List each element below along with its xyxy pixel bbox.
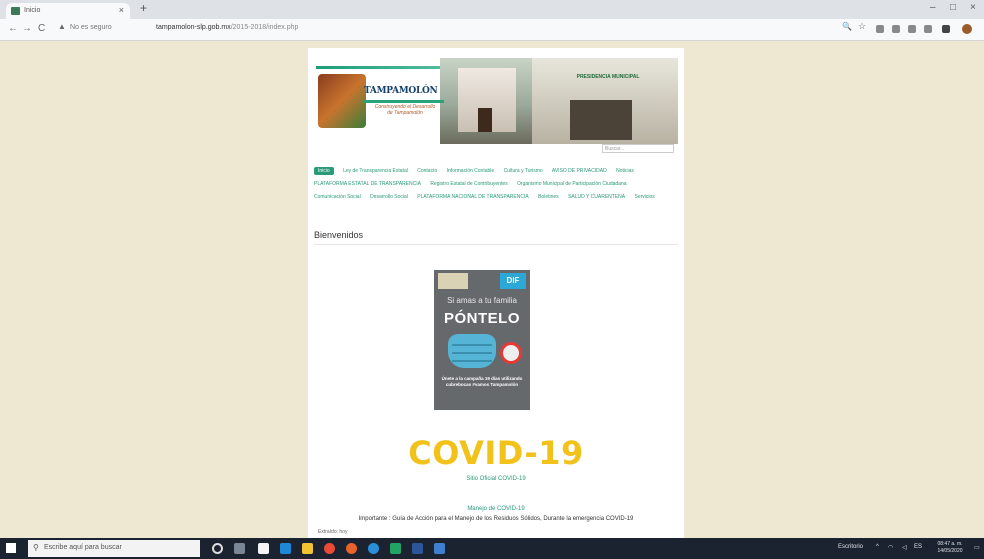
app-icon[interactable] xyxy=(434,543,445,554)
url-host: tampamolon-slp.gob.mx xyxy=(156,24,231,31)
menu-item[interactable]: PLATAFORMA ESTATAL DE TRANSPARENCIA xyxy=(314,181,421,187)
menu-item[interactable]: Inicio xyxy=(314,167,334,175)
extension-icon[interactable] xyxy=(876,25,884,33)
back-button[interactable]: ← xyxy=(8,23,18,34)
covid-site-link[interactable]: Sitio Oficial COVID-19 xyxy=(308,476,684,482)
zoom-icon[interactable]: 🔍 xyxy=(842,22,852,31)
language-indicator[interactable]: ES xyxy=(914,544,922,550)
menu-item[interactable]: AVISO DE PRIVACIDAD xyxy=(552,168,607,174)
mask-fold xyxy=(452,360,492,362)
menu-item[interactable]: SALUD Y CUARENTENA xyxy=(568,194,625,200)
notification-icon[interactable]: ▭ xyxy=(974,544,980,551)
bookmark-star-icon[interactable]: ☆ xyxy=(858,21,866,31)
url-field[interactable]: ▲ No es seguro tampamolon-slp.gob.mx/201… xyxy=(58,22,828,37)
menu-item[interactable]: Ley de Transparencia Estatal xyxy=(343,168,408,174)
warning-icon: ▲ xyxy=(58,22,66,31)
file-explorer-icon[interactable] xyxy=(302,543,313,554)
municipal-seal-logo xyxy=(318,74,366,128)
tray-up-icon[interactable]: ^ xyxy=(876,544,879,550)
mail-icon[interactable] xyxy=(280,543,291,554)
logo-subtitle: Construyendo el Desarrollo de Tampamolón xyxy=(374,104,436,116)
close-tab-icon[interactable]: × xyxy=(119,5,124,15)
building-door xyxy=(570,100,632,140)
menu-item[interactable]: Comunicación Social xyxy=(314,194,361,200)
no-virus-icon xyxy=(500,342,522,364)
face-mask-icon xyxy=(448,334,496,368)
search-icon: ⚲ xyxy=(33,543,39,552)
clock-date: 14/05/2020 xyxy=(937,548,963,554)
mask-fold xyxy=(452,344,492,346)
church-door xyxy=(478,108,492,132)
chrome-icon[interactable] xyxy=(324,543,335,554)
reload-button[interactable]: C xyxy=(38,23,45,34)
site-favicon-icon xyxy=(11,7,20,15)
poster-footer: Únete a la campaña 19 días utilizando cu… xyxy=(441,376,523,387)
forward-button[interactable]: → xyxy=(22,23,32,34)
insecure-label: No es seguro xyxy=(70,24,112,31)
page-title: Bienvenidos xyxy=(314,230,364,240)
url-text: tampamolon-slp.gob.mx/2015-2018/index.ph… xyxy=(156,24,298,31)
municipal-logo xyxy=(438,273,468,289)
task-view-icon[interactable] xyxy=(234,543,245,554)
menu-item[interactable]: Servicios xyxy=(635,194,655,200)
mask-fold xyxy=(452,352,492,354)
logo-title: TAMPAMOLÓN xyxy=(364,86,438,96)
firefox-icon[interactable] xyxy=(346,543,357,554)
taskbar-search-input[interactable]: ⚲ Escribe aquí para buscar xyxy=(28,540,200,557)
dif-logo: DIF xyxy=(500,273,526,289)
browser-tab-bar: Inicio × + – □ × xyxy=(0,0,984,19)
extensions-puzzle-icon[interactable] xyxy=(942,25,950,33)
taskbar-search-placeholder: Escribe aquí para buscar xyxy=(44,544,122,551)
menu-item[interactable]: Boletines xyxy=(538,194,559,200)
building-sign: PRESIDENCIA MUNICIPAL xyxy=(576,74,640,80)
important-notice: Importante : Guía de Acción para el Mane… xyxy=(358,516,634,522)
title-divider xyxy=(314,244,678,245)
excel-icon[interactable] xyxy=(390,543,401,554)
word-icon[interactable] xyxy=(412,543,423,554)
logo-arc xyxy=(364,100,444,103)
covid-campaign-poster[interactable]: DIF Si amas a tu familia PÓNTELO Únete a… xyxy=(434,270,530,410)
network-icon[interactable]: ◠ xyxy=(888,544,893,551)
menu-item[interactable]: Información Contable xyxy=(447,168,495,174)
menu-item[interactable]: Contacto xyxy=(417,168,437,174)
cortana-icon[interactable] xyxy=(212,543,223,554)
volume-icon[interactable]: ◁ xyxy=(902,544,907,551)
extract-note: Extraído: hoy xyxy=(318,529,348,535)
tab-title: Inicio xyxy=(24,7,41,14)
menu-item[interactable]: Noticias xyxy=(616,168,634,174)
desktop-label[interactable]: Escritorio xyxy=(838,544,863,550)
main-menu: Inicio Ley de Transparencia Estatal Cont… xyxy=(314,165,678,204)
windows-start-icon[interactable] xyxy=(6,543,16,553)
menu-item[interactable]: Registro Estatal de Contribuyentes xyxy=(430,181,507,187)
tab-inicio[interactable]: Inicio × xyxy=(6,3,130,19)
covid-heading: COVID-19 xyxy=(408,434,584,472)
store-icon[interactable] xyxy=(258,543,269,554)
poster-title: PÓNTELO xyxy=(443,310,520,327)
address-bar-row: ← → C ▲ No es seguro tampamolon-slp.gob.… xyxy=(0,19,984,41)
system-clock[interactable]: 08:47 a. m. 14/05/2020 xyxy=(930,541,970,555)
new-tab-button[interactable]: + xyxy=(140,1,147,15)
url-path: /2015-2018/index.php xyxy=(230,24,299,31)
extension-icon[interactable] xyxy=(892,25,900,33)
poster-subtitle: Si amas a tu familia xyxy=(447,296,517,305)
menu-item[interactable]: PLATAFORMA NACIONAL DE TRANSPARENCIA xyxy=(417,194,528,200)
close-window-button[interactable]: × xyxy=(970,2,976,13)
site-search-input[interactable]: Buscar... xyxy=(602,144,674,153)
covid-management-link[interactable]: Manejo de COVID-19 xyxy=(308,506,684,512)
minimize-button[interactable]: – xyxy=(930,2,936,13)
menu-item[interactable]: Desarrollo Social xyxy=(370,194,408,200)
clock-time: 08:47 a. m. xyxy=(937,541,963,547)
edge-icon[interactable] xyxy=(368,543,379,554)
menu-item[interactable]: Cultura y Turismo xyxy=(504,168,543,174)
extension-icon[interactable] xyxy=(908,25,916,33)
menu-item[interactable]: Organismo Municipal de Participación Ciu… xyxy=(517,181,627,187)
web-page: PRESIDENCIA MUNICIPAL TAMPAMOLÓN Constru… xyxy=(308,48,684,538)
windows-taskbar: ⚲ Escribe aquí para buscar Escritorio ^ … xyxy=(0,538,984,559)
maximize-button[interactable]: □ xyxy=(950,2,956,13)
profile-avatar[interactable] xyxy=(962,24,972,34)
extension-icon[interactable] xyxy=(924,25,932,33)
